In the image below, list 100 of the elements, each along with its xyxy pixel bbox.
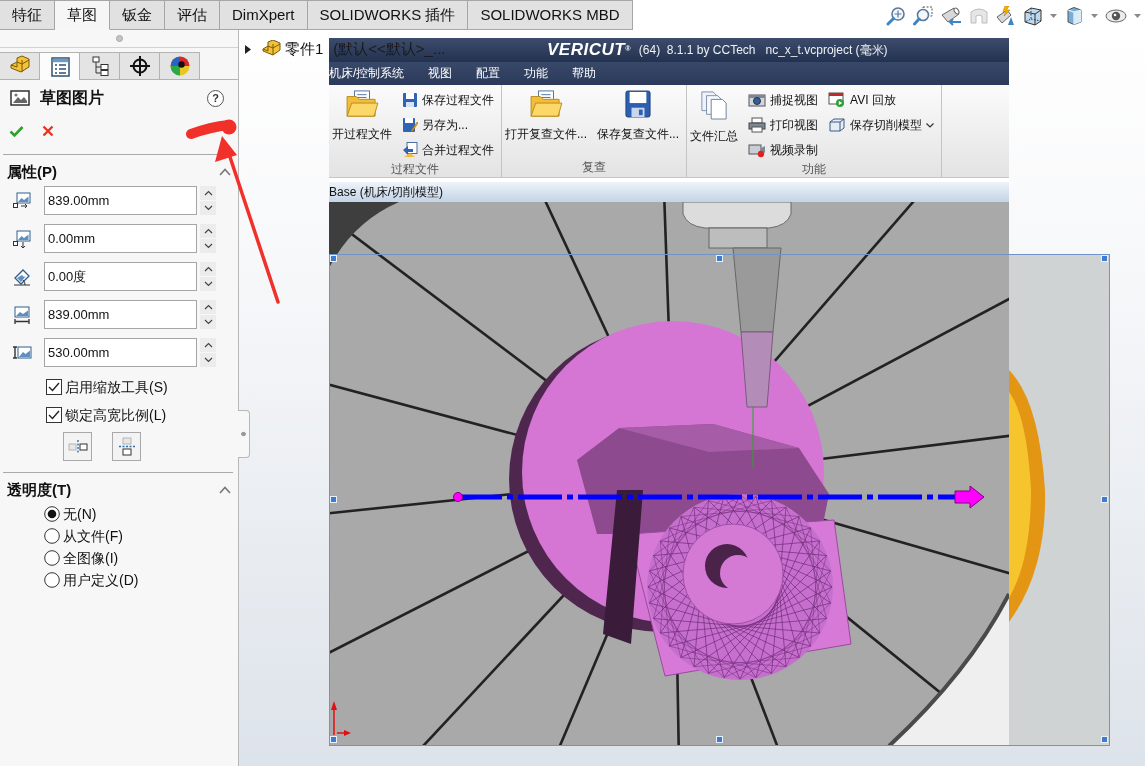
zoom-to-area-icon[interactable] — [913, 6, 933, 26]
menu-item[interactable]: 视图 — [428, 66, 453, 81]
color-ball-icon[interactable] — [168, 55, 191, 77]
spin-down-button[interactable] — [200, 353, 216, 367]
panel-collapse-handle[interactable] — [238, 410, 250, 458]
ribbon-button[interactable]: 保存复查文件... — [595, 87, 682, 159]
resize-handle[interactable] — [716, 736, 723, 743]
ribbon-button[interactable]: 保存切削模型 — [826, 114, 937, 136]
dropdown-caret-icon[interactable] — [1091, 14, 1098, 18]
dropdown-caret-icon[interactable] — [1050, 14, 1057, 18]
number-field[interactable]: 0.00mm — [44, 224, 197, 253]
command-tab[interactable]: 钣金 — [110, 0, 165, 30]
number-field[interactable]: 0.00度 — [44, 262, 197, 291]
spin-up-button[interactable] — [200, 338, 216, 352]
axis-triad-icon — [331, 700, 351, 736]
spin-down-button[interactable] — [200, 239, 216, 253]
command-tab[interactable]: 特征 — [0, 0, 55, 30]
spin-down-button[interactable] — [200, 315, 216, 329]
folder-icon — [529, 90, 563, 118]
merge-icon — [402, 142, 418, 158]
cancel-button[interactable] — [42, 125, 54, 137]
menu-item[interactable]: 机床/控制系统 — [329, 66, 405, 81]
help-button[interactable]: ? — [207, 89, 224, 107]
number-field[interactable]: 839.00mm — [44, 186, 197, 215]
collapse-caret-icon[interactable] — [219, 168, 231, 176]
ribbon-button[interactable]: 打印视图 — [746, 114, 821, 136]
group-label: 过程文件 — [329, 161, 501, 177]
picture-width-icon — [12, 304, 32, 325]
flashlight-arrow-icon[interactable] — [940, 6, 962, 26]
ribbon-button[interactable]: 捕捉视图 — [746, 89, 821, 111]
spin-down-button[interactable] — [200, 277, 216, 291]
menu-item[interactable]: 帮助 — [572, 66, 597, 81]
number-field[interactable]: 530.00mm — [44, 338, 197, 367]
radio-button[interactable] — [44, 550, 60, 566]
crosshair-icon[interactable] — [128, 55, 151, 77]
grip-handle[interactable] — [115, 35, 123, 42]
resize-handle[interactable] — [1101, 255, 1108, 262]
collapse-caret-icon[interactable] — [219, 486, 231, 494]
tree-item-label[interactable]: 零件1 — [285, 40, 324, 58]
panel-title: 草图图片 — [40, 88, 104, 108]
video-camera-icon — [748, 142, 767, 158]
dropdown-caret-icon[interactable] — [1134, 14, 1141, 18]
command-tab[interactable]: 评估 — [165, 0, 220, 30]
close-icon — [42, 125, 54, 137]
ribbon-button[interactable]: 打开复查文件... — [503, 87, 589, 159]
resize-handle[interactable] — [1101, 736, 1108, 743]
center-horizontal-line-icon — [118, 436, 135, 457]
command-tab[interactable]: SOLIDWORKS 插件 — [307, 0, 469, 30]
picture-position-icon — [12, 228, 32, 249]
option-label: 全图像(I) — [63, 549, 119, 567]
zoom-to-fit-icon[interactable] — [886, 6, 906, 26]
view-cube-icon[interactable] — [1023, 6, 1043, 26]
menu-item[interactable]: 功能 — [524, 66, 549, 81]
panel-tab[interactable] — [120, 52, 160, 79]
resize-handle[interactable] — [330, 496, 337, 503]
resize-handle[interactable] — [1101, 496, 1108, 503]
chevron-up-icon — [203, 304, 213, 310]
ribbon-button[interactable]: 视频录制 — [746, 139, 821, 161]
picture-icon — [10, 89, 30, 107]
ribbon-button[interactable]: 文件汇总 — [688, 87, 741, 161]
radio-button[interactable] — [44, 528, 60, 544]
option-label: 锁定高宽比例(L) — [65, 406, 167, 424]
selection-frame[interactable] — [329, 254, 1110, 746]
panel-tab[interactable] — [160, 52, 200, 79]
flashlight-bolt-icon[interactable] — [996, 6, 1016, 26]
ribbon-button[interactable]: AVI 回放 — [826, 89, 937, 111]
panel-tab[interactable] — [80, 52, 120, 79]
documents-icon — [700, 90, 729, 120]
display-style-cube-icon[interactable] — [1064, 6, 1084, 26]
checkbox[interactable] — [46, 407, 62, 423]
ok-button[interactable] — [9, 124, 24, 138]
spin-up-button[interactable] — [200, 186, 216, 200]
window-title: (64) 8.1.1 by CCTech nc_x_t.vcproject (毫米) — [638, 42, 888, 58]
resize-handle[interactable] — [330, 736, 337, 743]
resize-handle[interactable] — [716, 255, 723, 262]
expand-arrow-icon[interactable] — [243, 44, 252, 54]
align-horizontal-button[interactable] — [63, 432, 92, 461]
radio-button[interactable] — [44, 572, 60, 588]
section-heading: 属性(P) — [7, 163, 57, 181]
spin-up-button[interactable] — [200, 224, 216, 238]
align-vertical-button[interactable] — [112, 432, 141, 461]
menu-item[interactable]: 配置 — [476, 66, 501, 81]
spin-down-button[interactable] — [200, 201, 216, 215]
number-field[interactable]: 839.00mm — [44, 300, 197, 329]
chevron-up-icon — [203, 266, 213, 272]
command-tab[interactable]: DimXpert — [220, 0, 308, 30]
spin-up-button[interactable] — [200, 262, 216, 276]
command-tab[interactable]: SOLIDWORKS MBD — [468, 0, 633, 30]
eye-icon[interactable] — [1105, 6, 1127, 26]
property-list-icon[interactable] — [48, 55, 71, 78]
radio-button[interactable] — [44, 506, 60, 522]
command-tab[interactable]: 草图 — [55, 0, 110, 30]
resize-handle[interactable] — [330, 255, 337, 262]
ribbon-button[interactable]: 开过程文件 — [330, 87, 394, 161]
ribbon-button[interactable]: 合并过程文件 — [400, 139, 496, 161]
ribbon-button[interactable]: 另存为... — [400, 114, 496, 136]
ribbon-button[interactable]: 保存过程文件 — [400, 89, 496, 111]
spin-up-button[interactable] — [200, 300, 216, 314]
checkbox[interactable] — [46, 379, 62, 395]
chevron-down-icon — [203, 243, 213, 249]
